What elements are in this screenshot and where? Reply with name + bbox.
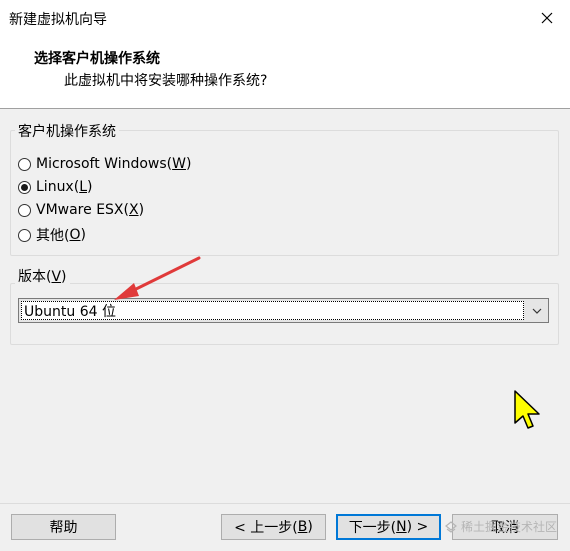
cancel-button[interactable]: 取消 — [452, 514, 558, 540]
back-key: B — [297, 519, 308, 535]
window-title: 新建虚拟机向导 — [9, 12, 107, 28]
radio-circle[interactable] — [18, 180, 31, 194]
back-label: < 上一步( — [234, 520, 298, 536]
back-button[interactable]: < 上一步(B) — [221, 514, 326, 540]
page-title: 选择客户机操作系统 — [34, 51, 160, 67]
radio-circle[interactable] — [18, 157, 31, 171]
radio-label: Microsoft Windows( — [36, 156, 173, 172]
next-label: 下一步( — [348, 520, 397, 536]
radio-other[interactable]: 其他(O) — [18, 225, 86, 245]
radio-windows[interactable]: Microsoft Windows(W) — [18, 156, 191, 172]
title-bar: 新建虚拟机向导 — [0, 0, 570, 36]
radio-close: ) — [80, 227, 86, 243]
footer-divider — [0, 503, 570, 504]
radio-key: L — [79, 179, 87, 195]
next-key: N — [396, 519, 407, 535]
radio-label: Linux( — [36, 179, 80, 195]
version-label-text: 版本( — [18, 269, 52, 285]
radio-close: ) — [185, 156, 192, 172]
radio-close: ) — [138, 202, 145, 218]
radio-close: ) — [87, 179, 93, 195]
version-label-close: ) — [61, 269, 67, 285]
version-group-label: 版本(V) — [15, 266, 70, 286]
page-subtitle: 此虚拟机中将安装哪种操作系统? — [64, 73, 268, 89]
radio-key: X — [128, 202, 139, 218]
radio-key: O — [69, 227, 81, 243]
chevron-down-icon — [532, 308, 542, 314]
radio-vmware-esx[interactable]: VMware ESX(X) — [18, 202, 144, 218]
radio-key: W — [172, 156, 186, 172]
radio-circle[interactable] — [18, 228, 31, 242]
radio-linux[interactable]: Linux(L) — [18, 179, 92, 195]
version-label-key: V — [51, 269, 62, 285]
dropdown-button[interactable] — [526, 299, 548, 322]
wizard-header: 选择客户机操作系统 此虚拟机中将安装哪种操作系统? — [0, 36, 570, 109]
mouse-cursor-icon — [514, 390, 540, 429]
close-button[interactable] — [524, 0, 570, 36]
os-group-label: 客户机操作系统 — [15, 121, 119, 141]
radio-label: VMware ESX( — [36, 202, 129, 218]
version-select[interactable]: Ubuntu 64 位 — [18, 298, 549, 323]
radio-circle[interactable] — [18, 203, 31, 217]
close-icon — [541, 12, 553, 24]
version-select-value: Ubuntu 64 位 — [21, 301, 524, 320]
help-button[interactable]: 帮助 — [11, 514, 116, 540]
back-label-end: ) — [307, 519, 313, 535]
radio-label: 其他( — [36, 228, 70, 244]
next-button[interactable]: 下一步(N) > — [336, 514, 441, 540]
next-label-end: ) > — [406, 519, 429, 535]
